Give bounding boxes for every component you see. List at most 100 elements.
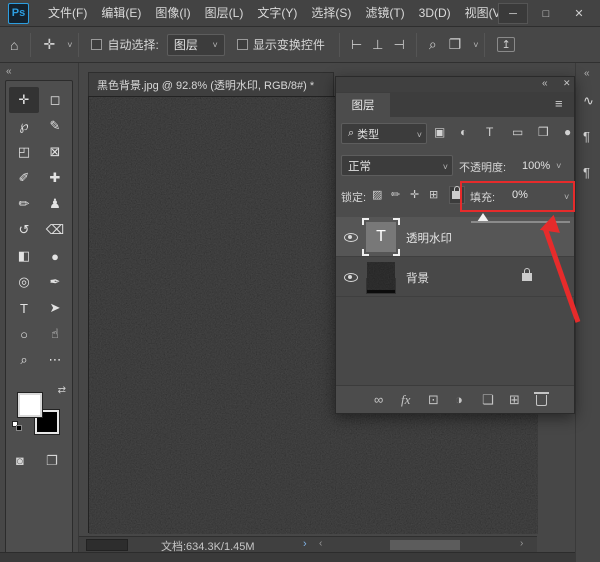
status-popup-arrow-icon[interactable]: › bbox=[303, 538, 307, 550]
paragraph-panel-icon[interactable]: ¶ bbox=[583, 129, 590, 144]
layer-effects-icon[interactable]: fx bbox=[401, 392, 410, 408]
crop-tool[interactable]: ◰ bbox=[9, 139, 39, 165]
divider bbox=[416, 33, 417, 57]
hand-tool[interactable]: ☝ bbox=[40, 321, 70, 347]
shape-tool[interactable]: ○ bbox=[9, 321, 39, 347]
chevron-down-icon: ˅ bbox=[443, 162, 448, 172]
menu-edit[interactable]: 编辑(E) bbox=[94, 0, 148, 26]
maximize-button[interactable]: □ bbox=[531, 3, 561, 24]
visibility-eye-icon[interactable] bbox=[344, 233, 358, 242]
share-icon[interactable]: ↥ bbox=[497, 37, 514, 52]
lock-transparent-pixels-icon[interactable]: ▨ bbox=[372, 188, 382, 201]
gradient-tool[interactable]: ◧ bbox=[9, 243, 39, 269]
menu-file[interactable]: 文件(F) bbox=[41, 0, 94, 26]
screen-mode-button[interactable]: ❐ bbox=[46, 453, 58, 469]
opacity-dropdown[interactable]: 100% ˅ bbox=[516, 155, 571, 176]
healing-brush-tool[interactable]: ✚ bbox=[40, 165, 70, 191]
show-transform-checkbox[interactable] bbox=[237, 39, 248, 50]
lock-image-pixels-icon[interactable]: ✏ bbox=[391, 188, 400, 201]
frame-tool[interactable]: ⊠ bbox=[40, 139, 70, 165]
home-icon[interactable]: ⌂ bbox=[10, 37, 18, 53]
scroll-left-icon[interactable]: ‹ bbox=[319, 538, 322, 549]
dock-collapse-icon[interactable]: « bbox=[584, 68, 590, 79]
panel-menu-icon[interactable]: ≡ bbox=[555, 96, 563, 111]
scroll-right-icon[interactable]: › bbox=[520, 538, 523, 549]
blur-tool[interactable]: ● bbox=[40, 243, 70, 269]
move-tool[interactable]: ✛ bbox=[9, 87, 39, 113]
foreground-color-swatch[interactable] bbox=[18, 393, 42, 417]
marquee-tool[interactable]: ◻ bbox=[40, 87, 70, 113]
chevron-down-icon[interactable]: ˅ bbox=[67, 40, 72, 50]
layer-row[interactable]: T 透明水印 bbox=[336, 217, 574, 257]
zoom-tool[interactable]: ⌕ bbox=[9, 347, 39, 373]
panel-collapse-icon[interactable]: « bbox=[542, 78, 548, 89]
panel-header: « ✕ bbox=[336, 77, 574, 92]
menu-3d[interactable]: 3D(D) bbox=[412, 0, 458, 26]
minimize-button[interactable]: ─ bbox=[498, 3, 528, 24]
fill-slider-track[interactable] bbox=[471, 221, 570, 223]
filter-adjustment-layers-icon[interactable]: ◐ bbox=[460, 125, 467, 139]
tab-layers[interactable]: 图层 bbox=[336, 93, 390, 117]
workspace-icon[interactable]: ❐ bbox=[449, 36, 462, 53]
chevron-down-icon[interactable]: ˅ bbox=[473, 40, 478, 50]
selection-bracket bbox=[362, 218, 369, 225]
filter-pixel-layers-icon[interactable]: ▣ bbox=[434, 125, 445, 139]
new-group-icon[interactable]: ❏ bbox=[482, 392, 494, 408]
filter-type-dropdown[interactable]: ⌕ 类型 ˅ bbox=[341, 123, 427, 144]
auto-select-target-dropdown[interactable]: 图层 ˅ bbox=[167, 34, 225, 56]
new-layer-icon[interactable]: ⊞ bbox=[509, 392, 520, 408]
align-right-icon[interactable]: ⊣ bbox=[393, 37, 404, 53]
curves-panel-icon[interactable]: ∿ bbox=[583, 93, 594, 109]
type-tool[interactable]: T bbox=[9, 295, 39, 321]
history-brush-tool[interactable]: ↺ bbox=[9, 217, 39, 243]
lasso-tool[interactable]: ℘ bbox=[9, 113, 39, 139]
lock-position-icon[interactable]: ✛ bbox=[410, 188, 419, 201]
menu-image[interactable]: 图像(I) bbox=[148, 0, 197, 26]
menu-filter[interactable]: 滤镜(T) bbox=[358, 0, 411, 26]
menu-select[interactable]: 选择(S) bbox=[304, 0, 358, 26]
search-icon[interactable]: ⌕ bbox=[429, 36, 437, 53]
clone-stamp-tool[interactable]: ♟ bbox=[40, 191, 70, 217]
pen-tool[interactable]: ✒ bbox=[40, 269, 70, 295]
layer-thumbnail[interactable]: T bbox=[366, 222, 396, 252]
layer-mask-icon[interactable]: ⊡ bbox=[428, 392, 439, 408]
eraser-tool[interactable]: ⌫ bbox=[40, 217, 70, 243]
default-colors-icon[interactable] bbox=[12, 421, 22, 431]
layer-row[interactable]: 背景 bbox=[336, 257, 574, 297]
menu-type[interactable]: 文字(Y) bbox=[250, 0, 304, 26]
menu-layer[interactable]: 图层(L) bbox=[198, 0, 251, 26]
align-buttons: ⊢ ⊥ ⊣ bbox=[346, 37, 410, 53]
align-left-icon[interactable]: ⊢ bbox=[351, 37, 362, 53]
blend-mode-row: 正常 ˅ 不透明度: 100% ˅ bbox=[336, 155, 574, 179]
link-layers-icon[interactable]: ∞ bbox=[374, 392, 383, 407]
align-center-icon[interactable]: ⊥ bbox=[372, 37, 383, 53]
delete-layer-icon[interactable] bbox=[536, 395, 547, 406]
character-panel-icon[interactable]: ¶ bbox=[583, 165, 590, 180]
filter-toggle-icon[interactable]: ● bbox=[564, 125, 571, 139]
auto-select-checkbox[interactable] bbox=[91, 39, 102, 50]
path-selection-tool[interactable]: ➤ bbox=[40, 295, 70, 321]
horizontal-scrollbar-thumb[interactable] bbox=[390, 540, 460, 550]
quick-selection-tool[interactable]: ✎ bbox=[40, 113, 70, 139]
move-tool-icon[interactable]: ✛ bbox=[43, 36, 55, 53]
layer-thumbnail[interactable] bbox=[366, 262, 396, 292]
blend-mode-dropdown[interactable]: 正常 ˅ bbox=[341, 155, 453, 176]
filter-shape-layers-icon[interactable]: ▭ bbox=[512, 125, 523, 139]
lock-artboard-icon[interactable]: ⊞ bbox=[429, 188, 438, 201]
brush-tool[interactable]: ✏ bbox=[9, 191, 39, 217]
filter-type-layers-icon[interactable]: T bbox=[486, 125, 493, 139]
toolbar-collapse-icon[interactable]: « bbox=[6, 66, 12, 77]
quick-mask-button[interactable]: ◙ bbox=[16, 453, 24, 468]
swap-colors-icon[interactable]: ⇄ bbox=[58, 385, 66, 396]
edit-toolbar[interactable]: ⋯ bbox=[40, 347, 70, 373]
visibility-eye-icon[interactable] bbox=[344, 273, 358, 282]
zoom-level-field[interactable] bbox=[86, 539, 128, 551]
adjustment-layer-icon[interactable]: ◑ bbox=[455, 392, 463, 407]
dodge-tool[interactable]: ◎ bbox=[9, 269, 39, 295]
filter-smart-objects-icon[interactable]: ❒ bbox=[538, 125, 549, 139]
close-button[interactable]: ✕ bbox=[564, 3, 594, 24]
layer-name: 透明水印 bbox=[406, 230, 452, 246]
eyedropper-tool[interactable]: ✐ bbox=[9, 165, 39, 191]
panel-close-icon[interactable]: ✕ bbox=[563, 78, 571, 89]
document-tab[interactable]: 黑色背景.jpg @ 92.8% (透明水印, RGB/8#) * bbox=[88, 72, 334, 96]
